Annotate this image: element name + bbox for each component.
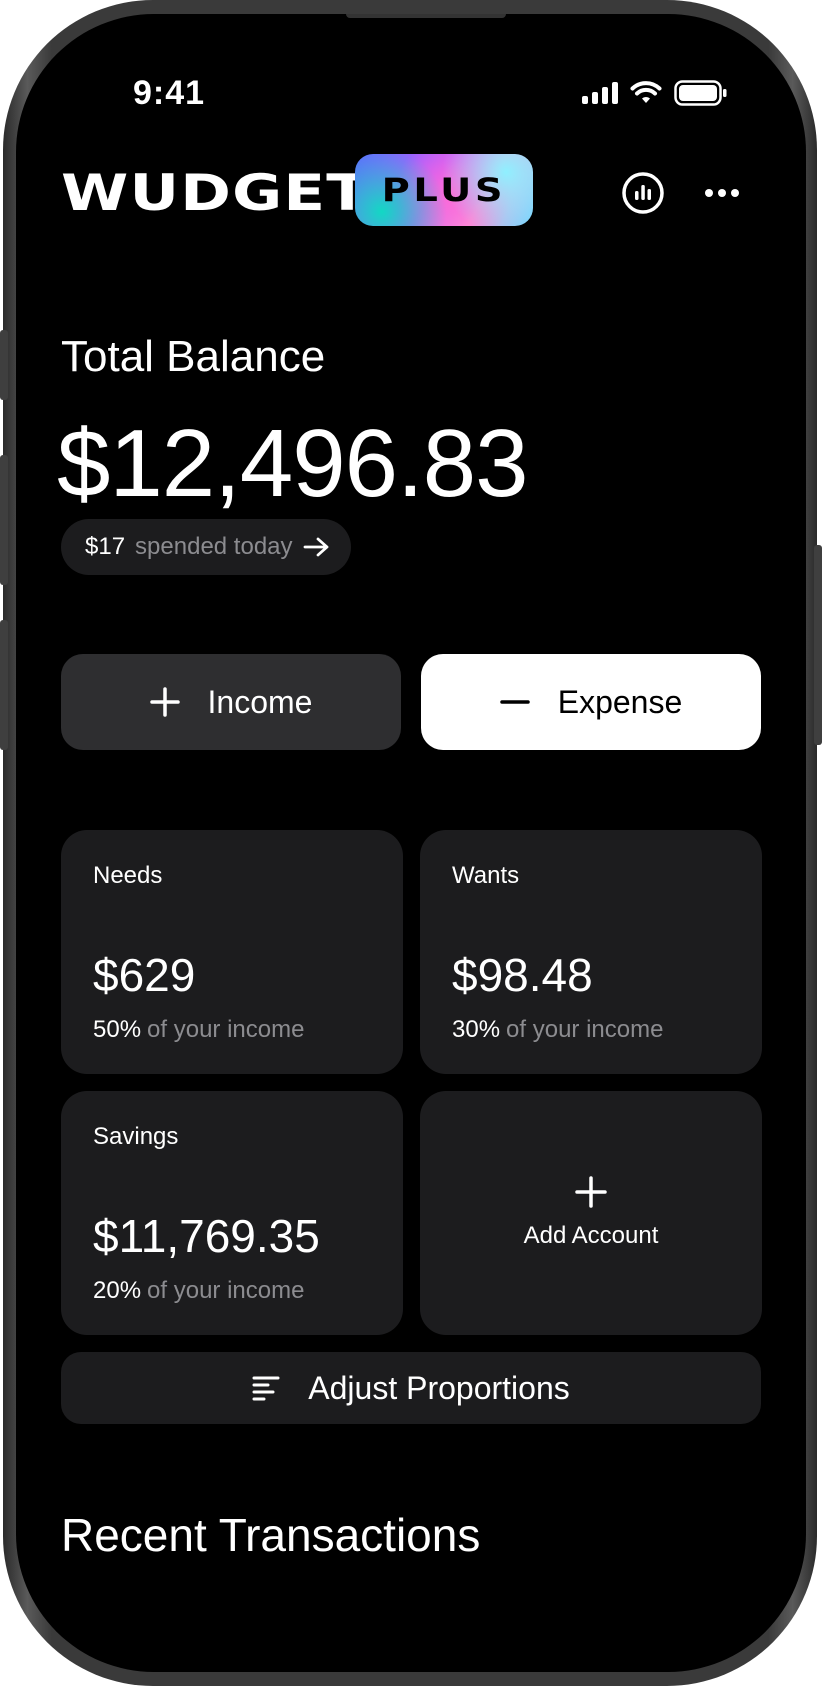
account-card-wants[interactable]: Wants $98.48 30% of your income bbox=[420, 830, 762, 1074]
spent-today-amount: $17 bbox=[85, 533, 126, 560]
mute-switch bbox=[0, 330, 8, 400]
adjust-proportions-button[interactable]: Adjust Proportions bbox=[61, 1352, 761, 1424]
account-card-title: Needs bbox=[93, 862, 163, 889]
volume-down-button bbox=[0, 620, 8, 750]
bar-chart-circle-icon[interactable] bbox=[620, 170, 666, 216]
cellular-signal-icon bbox=[582, 82, 618, 104]
add-account-label: Add Account bbox=[523, 1222, 659, 1249]
income-button-label: Income bbox=[207, 683, 313, 720]
total-balance-amount: $12,496.83 bbox=[57, 410, 528, 517]
minus-icon bbox=[499, 700, 530, 704]
expense-button-label: Expense bbox=[557, 683, 683, 720]
total-balance-label: Total Balance bbox=[61, 332, 326, 381]
recent-transactions-heading: Recent Transactions bbox=[61, 1509, 481, 1561]
power-button bbox=[814, 545, 822, 745]
account-card-percent: 20% of your income bbox=[93, 1277, 305, 1304]
speaker-edge bbox=[346, 14, 506, 18]
status-icons bbox=[582, 80, 728, 106]
account-card-needs[interactable]: Needs $629 50% of your income bbox=[61, 830, 403, 1074]
ellipsis-icon[interactable] bbox=[699, 170, 745, 216]
account-card-amount: $629 bbox=[93, 949, 196, 1001]
add-account-button[interactable]: Add Account bbox=[420, 1091, 762, 1335]
battery-icon bbox=[674, 80, 727, 106]
brand-logo: WUDGET bbox=[61, 164, 370, 222]
spent-today-label: spended today bbox=[135, 533, 293, 560]
plus-badge[interactable]: PLUS bbox=[355, 154, 533, 226]
expense-button[interactable]: Expense bbox=[421, 654, 761, 750]
adjust-proportions-label: Adjust Proportions bbox=[308, 1369, 570, 1406]
wifi-icon bbox=[630, 81, 662, 103]
arrow-right-icon bbox=[303, 537, 328, 557]
status-time: 9:41 bbox=[133, 74, 206, 112]
account-card-amount: $11,769.35 bbox=[93, 1210, 320, 1262]
account-card-savings[interactable]: Savings $11,769.35 20% of your income bbox=[61, 1091, 403, 1335]
app-screen: 9:41 WUDGET PLUS Total Balance $12,496.8… bbox=[16, 14, 806, 1672]
account-card-percent: 30% of your income bbox=[452, 1016, 664, 1043]
volume-up-button bbox=[0, 455, 8, 585]
align-left-lines-icon bbox=[252, 1376, 280, 1401]
spent-today-pill[interactable]: $17 spended today bbox=[61, 519, 351, 575]
account-card-percent: 50% of your income bbox=[93, 1016, 305, 1043]
account-card-title: Savings bbox=[93, 1123, 179, 1150]
plus-icon bbox=[575, 1176, 607, 1208]
plus-badge-label: PLUS bbox=[381, 171, 507, 209]
plus-icon bbox=[149, 687, 180, 717]
income-button[interactable]: Income bbox=[61, 654, 401, 750]
account-card-amount: $98.48 bbox=[452, 949, 593, 1001]
account-card-title: Wants bbox=[452, 862, 520, 889]
